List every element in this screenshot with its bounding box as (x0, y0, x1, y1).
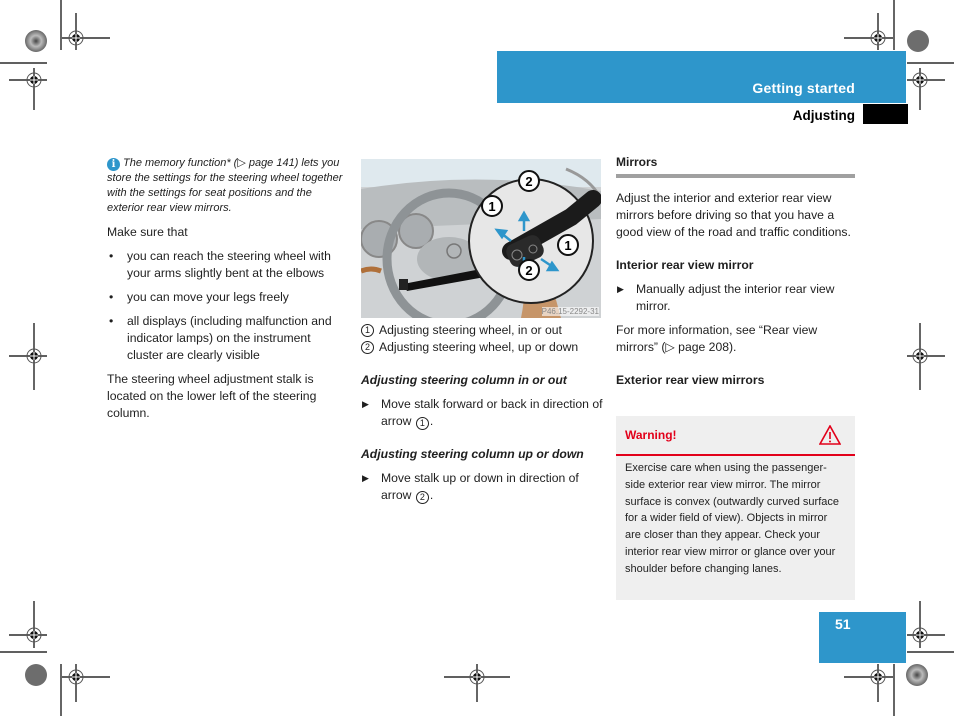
warning-header: Warning! (616, 416, 855, 456)
callout-reference: 1 (415, 417, 429, 430)
subsection-title: Adjusting (792, 108, 855, 123)
callout-reference: 2 (415, 491, 429, 504)
section-title: Getting started (752, 80, 855, 96)
page-reference-text: For more information, see “Rear view mir… (616, 323, 818, 354)
list-item: you can move your legs freely (107, 289, 347, 306)
list-item: you can reach the steering wheel with yo… (107, 248, 347, 282)
heading-in-out: Adjusting steering column in or out (361, 373, 567, 387)
callout-1-left: 1 (481, 195, 503, 217)
page-number-box (819, 612, 906, 663)
step-text: Move stalk forward or back in direction … (381, 397, 603, 428)
callout-2-top: 2 (518, 170, 540, 192)
legend-text: Adjusting steering wheel, up or down (379, 340, 579, 354)
svg-text:2: 2 (525, 263, 532, 278)
callout-2-bottom: 2 (518, 259, 540, 281)
page-number: 51 (835, 616, 851, 632)
callout-number: 1 (361, 324, 374, 337)
warning-triangle-icon (819, 425, 841, 445)
step-marker-icon: ▶ (617, 284, 624, 294)
checklist: you can reach the steering wheel with yo… (107, 248, 347, 364)
info-note: i The memory function* (▷ page 141) lets … (107, 156, 347, 216)
figure-legend-item: 1 Adjusting steering wheel, in or out (361, 322, 605, 339)
info-icon: i (107, 158, 120, 171)
mirrors-heading: Mirrors (616, 154, 855, 178)
thumb-tab (863, 104, 908, 124)
step-marker-icon: ▶ (362, 473, 369, 483)
intro-text: Make sure that (107, 225, 188, 239)
warning-title: Warning! (625, 428, 677, 442)
info-note-text: The memory function* (▷ page 141) lets y… (107, 157, 343, 214)
stalk-location-text: The steering wheel adjustment stalk is l… (107, 372, 317, 420)
exterior-mirror-heading: Exterior rear view mirrors (616, 373, 765, 387)
callout-number: 2 (361, 341, 374, 354)
step-text: Manually adjust the interior rear view m… (636, 282, 835, 313)
mirrors-intro: Adjust the interior and exterior rear vi… (616, 191, 851, 239)
step-text: Move stalk up or down in direction of ar… (381, 471, 579, 502)
figure-legend-item: 2 Adjusting steering wheel, up or down (361, 339, 605, 356)
svg-text:2: 2 (525, 174, 532, 189)
middle-column: 1 Adjusting steering wheel, in or out 2 … (361, 322, 605, 511)
svg-text:1: 1 (488, 199, 495, 214)
heading-up-down: Adjusting steering column up or down (361, 447, 584, 461)
svg-text:1: 1 (564, 238, 571, 253)
instruction-step: ▶ Move stalk forward or back in directio… (362, 397, 603, 430)
warning-text: Exercise care when using the passenger-s… (625, 462, 839, 575)
left-column: i The memory function* (▷ page 141) lets … (107, 156, 347, 429)
warning-box: Warning! Exercise care when using the pa… (616, 416, 855, 600)
legend-text: Adjusting steering wheel, in or out (379, 323, 562, 337)
right-column: Mirrors Adjust the interior and exterior… (616, 154, 856, 396)
steering-wheel-illustration: 2 1 1 2 (361, 159, 601, 318)
instruction-step: ▶ Move stalk up or down in direction of … (362, 471, 579, 504)
list-item: all displays (including malfunction and … (107, 313, 347, 364)
interior-mirror-heading: Interior rear view mirror (616, 258, 754, 272)
figure-code: P46.15-2292-31 (541, 307, 599, 316)
callout-1-right: 1 (557, 234, 579, 256)
step-marker-icon: ▶ (362, 399, 369, 409)
instruction-step: ▶ Manually adjust the interior rear view… (616, 281, 856, 315)
steering-stalk-figure: 2 1 1 2 P46.15-2292-31 (361, 159, 601, 318)
